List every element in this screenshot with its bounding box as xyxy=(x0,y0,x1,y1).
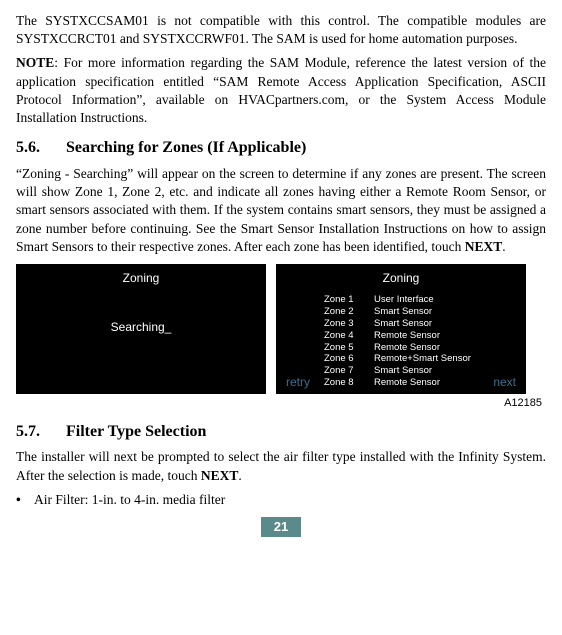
table-row: Zone 5Remote Sensor xyxy=(324,342,471,354)
heading-5-7: 5.7. Filter Type Selection xyxy=(16,421,546,443)
zone-type: Smart Sensor xyxy=(374,306,432,318)
zone-type: Smart Sensor xyxy=(374,318,432,330)
bullet-text: Air Filter: 1-in. to 4-in. media filter xyxy=(34,491,225,509)
page-number: 21 xyxy=(261,517,301,537)
next-button[interactable]: next xyxy=(493,374,516,390)
table-row: Zone 4Remote Sensor xyxy=(324,330,471,342)
sec56-body-c: . xyxy=(502,239,505,254)
screen-right-footer: retry next xyxy=(286,374,516,390)
table-row: Zone 1User Interface xyxy=(324,294,471,306)
screen-left-title: Zoning xyxy=(16,264,266,286)
intro-note: NOTE: For more information regarding the… xyxy=(16,54,546,127)
note-body: : For more information regarding the SAM… xyxy=(16,55,546,125)
zone-type: Remote Sensor xyxy=(374,342,440,354)
screen-left-center: Searching_ xyxy=(16,319,266,335)
heading-5-6-num: 5.6. xyxy=(16,137,62,159)
zone-label: Zone 1 xyxy=(324,294,374,306)
bullet-item: • Air Filter: 1-in. to 4-in. media filte… xyxy=(16,491,546,509)
retry-button[interactable]: retry xyxy=(286,374,310,390)
heading-5-6: 5.6. Searching for Zones (If Applicable) xyxy=(16,137,546,159)
screen-left: Zoning Searching_ xyxy=(16,264,266,394)
sec57-next-word: NEXT xyxy=(201,468,239,483)
zone-label: Zone 5 xyxy=(324,342,374,354)
intro-paragraph-1: The SYSTXCCSAM01 is not compatible with … xyxy=(16,12,546,48)
screen-right: Zoning Zone 1User Interface Zone 2Smart … xyxy=(276,264,526,394)
sec56-body: “Zoning - Searching” will appear on the … xyxy=(16,165,546,256)
screen-right-title: Zoning xyxy=(276,264,526,286)
table-row: Zone 6Remote+Smart Sensor xyxy=(324,353,471,365)
sec57-body-a: The installer will next be prompted to s… xyxy=(16,449,546,482)
sec57-body-c: . xyxy=(238,468,241,483)
table-row: Zone 3Smart Sensor xyxy=(324,318,471,330)
zone-type: Remote+Smart Sensor xyxy=(374,353,471,365)
screenshot-row: Zoning Searching_ Zoning Zone 1User Inte… xyxy=(16,264,546,394)
sec57-body: The installer will next be prompted to s… xyxy=(16,448,546,484)
heading-5-7-num: 5.7. xyxy=(16,421,62,443)
heading-5-7-title: Filter Type Selection xyxy=(66,423,206,440)
table-row: Zone 2Smart Sensor xyxy=(324,306,471,318)
note-label: NOTE xyxy=(16,55,54,70)
heading-5-6-title: Searching for Zones (If Applicable) xyxy=(66,139,306,156)
zone-label: Zone 4 xyxy=(324,330,374,342)
figure-id: A12185 xyxy=(16,396,542,411)
zone-type: Remote Sensor xyxy=(374,330,440,342)
zone-label: Zone 6 xyxy=(324,353,374,365)
zone-type: User Interface xyxy=(374,294,434,306)
zone-label: Zone 3 xyxy=(324,318,374,330)
sec56-next-word: NEXT xyxy=(465,239,503,254)
zone-label: Zone 2 xyxy=(324,306,374,318)
bullet-dot-icon: • xyxy=(16,491,34,509)
